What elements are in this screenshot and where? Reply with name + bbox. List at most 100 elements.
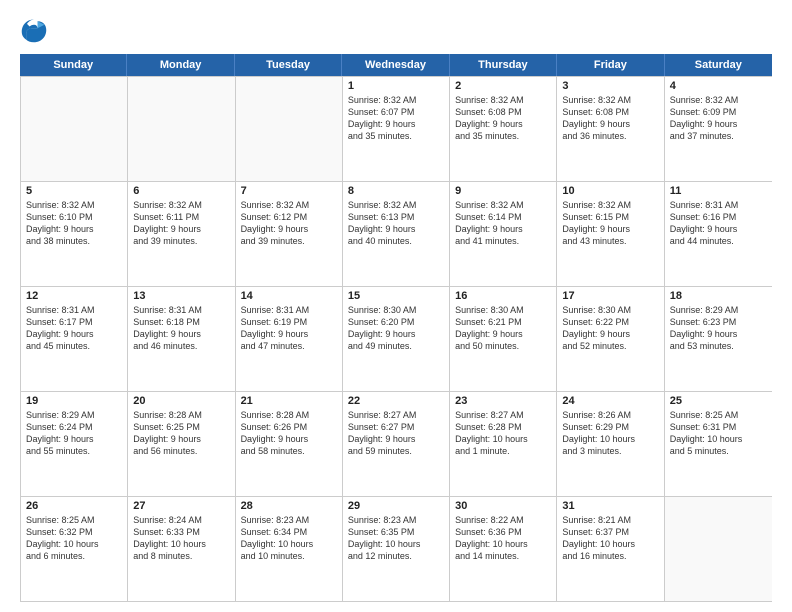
- weekday-header-saturday: Saturday: [665, 54, 772, 76]
- day-number: 18: [670, 290, 767, 302]
- day-info: Sunrise: 8:27 AM Sunset: 6:28 PM Dayligh…: [455, 409, 551, 458]
- day-number: 7: [241, 185, 337, 197]
- day-info: Sunrise: 8:32 AM Sunset: 6:13 PM Dayligh…: [348, 199, 444, 248]
- day-cell-8: 8 Sunrise: 8:32 AM Sunset: 6:13 PM Daylig…: [343, 182, 450, 286]
- day-cell-5: 5 Sunrise: 8:32 AM Sunset: 6:10 PM Daylig…: [21, 182, 128, 286]
- calendar-row-2: 12 Sunrise: 8:31 AM Sunset: 6:17 PM Dayli…: [21, 286, 772, 391]
- day-info: Sunrise: 8:22 AM Sunset: 6:36 PM Dayligh…: [455, 514, 551, 563]
- day-info: Sunrise: 8:32 AM Sunset: 6:12 PM Dayligh…: [241, 199, 337, 248]
- day-number: 12: [26, 290, 122, 302]
- day-cell-30: 30 Sunrise: 8:22 AM Sunset: 6:36 PM Dayli…: [450, 497, 557, 601]
- day-cell-27: 27Sunrise: 8:24 AM Sunset: 6:33 PM Dayli…: [128, 497, 235, 601]
- day-number: 2: [455, 80, 551, 92]
- logo-icon: [20, 16, 48, 44]
- day-info: Sunrise: 8:25 AM Sunset: 6:31 PM Dayligh…: [670, 409, 767, 458]
- calendar-row-3: 19Sunrise: 8:29 AM Sunset: 6:24 PM Dayli…: [21, 391, 772, 496]
- day-cell-28: 28 Sunrise: 8:23 AM Sunset: 6:34 PM Dayli…: [236, 497, 343, 601]
- day-number: 16: [455, 290, 551, 302]
- day-cell-13: 13 Sunrise: 8:31 AM Sunset: 6:18 PM Dayli…: [128, 287, 235, 391]
- day-number: 13: [133, 290, 229, 302]
- day-info: Sunrise: 8:32 AM Sunset: 6:15 PM Dayligh…: [562, 199, 658, 248]
- day-info: Sunrise: 8:31 AM Sunset: 6:16 PM Dayligh…: [670, 199, 767, 248]
- day-cell-10: 10 Sunrise: 8:32 AM Sunset: 6:15 PM Dayli…: [557, 182, 664, 286]
- day-number: 23: [455, 395, 551, 407]
- day-info: Sunrise: 8:32 AM Sunset: 6:08 PM Dayligh…: [562, 94, 658, 143]
- day-cell-23: 23 Sunrise: 8:27 AM Sunset: 6:28 PM Dayli…: [450, 392, 557, 496]
- day-cell-9: 9Sunrise: 8:32 AM Sunset: 6:14 PM Daylig…: [450, 182, 557, 286]
- day-cell-26: 26 Sunrise: 8:25 AM Sunset: 6:32 PM Dayli…: [21, 497, 128, 601]
- day-info: Sunrise: 8:27 AM Sunset: 6:27 PM Dayligh…: [348, 409, 444, 458]
- day-cell-12: 12 Sunrise: 8:31 AM Sunset: 6:17 PM Dayli…: [21, 287, 128, 391]
- day-number: 29: [348, 500, 444, 512]
- day-info: Sunrise: 8:31 AM Sunset: 6:17 PM Dayligh…: [26, 304, 122, 353]
- day-info: Sunrise: 8:30 AM Sunset: 6:22 PM Dayligh…: [562, 304, 658, 353]
- day-number: 6: [133, 185, 229, 197]
- day-cell-18: 18 Sunrise: 8:29 AM Sunset: 6:23 PM Dayli…: [665, 287, 772, 391]
- day-cell-22: 22 Sunrise: 8:27 AM Sunset: 6:27 PM Dayli…: [343, 392, 450, 496]
- calendar-header: SundayMondayTuesdayWednesdayThursdayFrid…: [20, 54, 772, 76]
- day-number: 30: [455, 500, 551, 512]
- day-info: Sunrise: 8:28 AM Sunset: 6:25 PM Dayligh…: [133, 409, 229, 458]
- day-cell-31: 31 Sunrise: 8:21 AM Sunset: 6:37 PM Dayli…: [557, 497, 664, 601]
- calendar-row-0: 1 Sunrise: 8:32 AM Sunset: 6:07 PM Daylig…: [21, 76, 772, 181]
- day-number: 22: [348, 395, 444, 407]
- weekday-header-thursday: Thursday: [450, 54, 557, 76]
- day-number: 25: [670, 395, 767, 407]
- day-info: Sunrise: 8:32 AM Sunset: 6:11 PM Dayligh…: [133, 199, 229, 248]
- calendar-row-1: 5 Sunrise: 8:32 AM Sunset: 6:10 PM Daylig…: [21, 181, 772, 286]
- day-info: Sunrise: 8:29 AM Sunset: 6:23 PM Dayligh…: [670, 304, 767, 353]
- day-cell-29: 29 Sunrise: 8:23 AM Sunset: 6:35 PM Dayli…: [343, 497, 450, 601]
- empty-cell-0-2: [236, 77, 343, 181]
- day-cell-2: 2Sunrise: 8:32 AM Sunset: 6:08 PM Daylig…: [450, 77, 557, 181]
- day-info: Sunrise: 8:30 AM Sunset: 6:20 PM Dayligh…: [348, 304, 444, 353]
- day-number: 31: [562, 500, 658, 512]
- day-cell-1: 1 Sunrise: 8:32 AM Sunset: 6:07 PM Daylig…: [343, 77, 450, 181]
- day-info: Sunrise: 8:24 AM Sunset: 6:33 PM Dayligh…: [133, 514, 229, 563]
- day-number: 19: [26, 395, 122, 407]
- calendar: SundayMondayTuesdayWednesdayThursdayFrid…: [20, 54, 772, 602]
- day-number: 20: [133, 395, 229, 407]
- day-cell-16: 16Sunrise: 8:30 AM Sunset: 6:21 PM Dayli…: [450, 287, 557, 391]
- day-number: 14: [241, 290, 337, 302]
- weekday-header-friday: Friday: [557, 54, 664, 76]
- day-info: Sunrise: 8:32 AM Sunset: 6:10 PM Dayligh…: [26, 199, 122, 248]
- day-cell-21: 21 Sunrise: 8:28 AM Sunset: 6:26 PM Dayli…: [236, 392, 343, 496]
- empty-cell-0-0: [21, 77, 128, 181]
- empty-cell-0-1: [128, 77, 235, 181]
- day-info: Sunrise: 8:32 AM Sunset: 6:07 PM Dayligh…: [348, 94, 444, 143]
- day-number: 3: [562, 80, 658, 92]
- day-number: 5: [26, 185, 122, 197]
- day-number: 11: [670, 185, 767, 197]
- day-info: Sunrise: 8:31 AM Sunset: 6:18 PM Dayligh…: [133, 304, 229, 353]
- day-number: 24: [562, 395, 658, 407]
- day-number: 8: [348, 185, 444, 197]
- day-info: Sunrise: 8:25 AM Sunset: 6:32 PM Dayligh…: [26, 514, 122, 563]
- logo: [20, 16, 52, 44]
- day-cell-25: 25 Sunrise: 8:25 AM Sunset: 6:31 PM Dayli…: [665, 392, 772, 496]
- day-info: Sunrise: 8:21 AM Sunset: 6:37 PM Dayligh…: [562, 514, 658, 563]
- day-number: 26: [26, 500, 122, 512]
- day-number: 10: [562, 185, 658, 197]
- header: [20, 16, 772, 44]
- day-number: 4: [670, 80, 767, 92]
- day-cell-11: 11 Sunrise: 8:31 AM Sunset: 6:16 PM Dayli…: [665, 182, 772, 286]
- day-cell-4: 4Sunrise: 8:32 AM Sunset: 6:09 PM Daylig…: [665, 77, 772, 181]
- day-info: Sunrise: 8:26 AM Sunset: 6:29 PM Dayligh…: [562, 409, 658, 458]
- weekday-header-tuesday: Tuesday: [235, 54, 342, 76]
- weekday-header-sunday: Sunday: [20, 54, 127, 76]
- day-cell-19: 19Sunrise: 8:29 AM Sunset: 6:24 PM Dayli…: [21, 392, 128, 496]
- day-cell-20: 20 Sunrise: 8:28 AM Sunset: 6:25 PM Dayli…: [128, 392, 235, 496]
- day-info: Sunrise: 8:23 AM Sunset: 6:35 PM Dayligh…: [348, 514, 444, 563]
- day-number: 1: [348, 80, 444, 92]
- day-info: Sunrise: 8:23 AM Sunset: 6:34 PM Dayligh…: [241, 514, 337, 563]
- day-number: 9: [455, 185, 551, 197]
- day-info: Sunrise: 8:28 AM Sunset: 6:26 PM Dayligh…: [241, 409, 337, 458]
- day-number: 28: [241, 500, 337, 512]
- day-number: 17: [562, 290, 658, 302]
- day-cell-24: 24 Sunrise: 8:26 AM Sunset: 6:29 PM Dayli…: [557, 392, 664, 496]
- day-cell-3: 3 Sunrise: 8:32 AM Sunset: 6:08 PM Daylig…: [557, 77, 664, 181]
- day-cell-15: 15Sunrise: 8:30 AM Sunset: 6:20 PM Dayli…: [343, 287, 450, 391]
- day-number: 21: [241, 395, 337, 407]
- empty-cell-4-6: [665, 497, 772, 601]
- day-cell-17: 17 Sunrise: 8:30 AM Sunset: 6:22 PM Dayli…: [557, 287, 664, 391]
